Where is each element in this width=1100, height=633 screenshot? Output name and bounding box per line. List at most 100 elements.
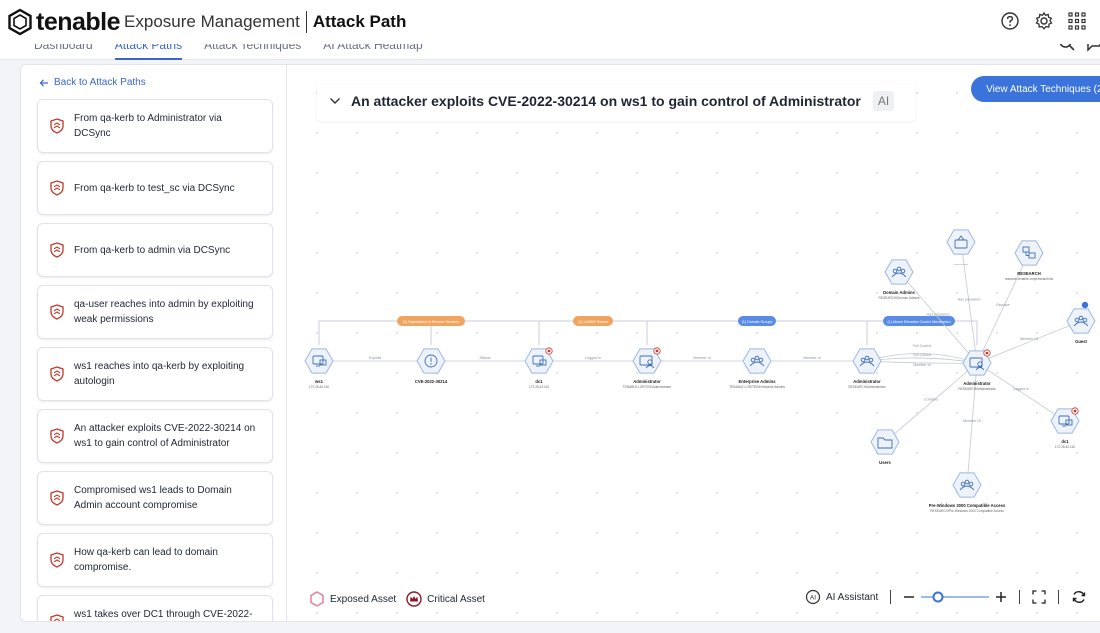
attack-path-list-item[interactable]: An attacker exploits CVE-2022-30214 on w… <box>37 409 273 463</box>
attack-path-list-item[interactable]: From qa-kerb to test_sc via DCSync <box>37 161 273 215</box>
back-to-attack-paths-link[interactable]: Back to Attack Paths <box>39 77 146 88</box>
node-subtitle: RESEARCH\Administrator <box>958 387 996 391</box>
brand[interactable]: tenable Exposure Management <box>6 8 300 37</box>
edge-label: Exploits <box>369 356 382 360</box>
node-name: Pre-Windows 2000 Compatible Access <box>929 503 1006 508</box>
node-name: ______ <box>953 260 969 265</box>
critical-asset-crown-icon <box>406 591 422 607</box>
edge-label: Contains <box>924 398 938 402</box>
edge-label: Logged in <box>585 356 601 360</box>
node-name: dc1 <box>1061 439 1069 444</box>
node-subtitle: 172.26.42.110 <box>1055 445 1075 449</box>
edge-label: Has password <box>958 298 981 302</box>
edge-label: Has password <box>927 313 950 317</box>
attack-path-list-item-label: ws1 reaches into qa-kerb by exploiting a… <box>74 361 245 387</box>
zoom-out-icon[interactable] <box>903 591 915 603</box>
attack-path-list-item[interactable]: How qa-kerb can lead to domain compromis… <box>37 533 273 587</box>
ai-assistant-label[interactable]: AI Assistant <box>826 592 878 603</box>
shield-icon <box>50 366 64 382</box>
graph-node-dc1[interactable]: dc1172.26.42.110 <box>524 347 554 389</box>
tactic-label: (1) Exploitation of Remote Services <box>403 320 460 324</box>
shield-icon <box>50 180 64 196</box>
shield-icon <box>50 118 64 134</box>
graph-node-admin1[interactable]: AdministratorTENABLE.LOR\TEK\Administrat… <box>623 347 673 389</box>
attack-path-list-item[interactable]: From qa-kerb to admin via DCSync <box>37 223 273 277</box>
edge-label: Full Control <box>913 344 932 348</box>
arrow-left-icon <box>39 78 48 87</box>
ai-assistant-icon[interactable]: AI <box>805 589 821 605</box>
edge-label: Member of <box>913 363 930 367</box>
node-name: Users <box>879 460 891 465</box>
graph-node-users[interactable]: Users <box>870 429 900 465</box>
back-link-label: Back to Attack Paths <box>54 77 146 88</box>
attack-path-card: Back to Attack Paths From qa-kerb to Adm… <box>20 64 1100 622</box>
shield-icon <box>50 490 64 506</box>
node-name: ws1 <box>314 379 324 384</box>
legend-exposed-asset: Exposed Asset <box>330 593 397 605</box>
control-divider <box>890 590 892 604</box>
help-icon[interactable] <box>1000 11 1020 31</box>
attack-path-list-item[interactable]: Compromised ws1 leads to Domain Admin ac… <box>37 471 273 525</box>
attack-path-list-item-label: From qa-kerb to test_sc via DCSync <box>74 182 235 194</box>
node-name: CVE-2022-30214 <box>415 379 448 384</box>
zoom-in-icon[interactable] <box>995 591 1007 603</box>
graph-node-cve[interactable]: CVE-2022-30214 <box>415 348 448 384</box>
node-name: Administrator <box>853 379 881 384</box>
settings-gear-icon[interactable] <box>1034 11 1054 31</box>
count-badge <box>1081 301 1089 309</box>
app-grid-icon[interactable] <box>1068 12 1086 30</box>
control-divider <box>1019 590 1021 604</box>
shield-icon <box>50 304 64 320</box>
attack-path-list-item[interactable]: From qa-kerb to Administrator via DCSync <box>37 99 273 153</box>
attack-path-list-item-label: Compromised ws1 leads to Domain Admin ac… <box>74 485 232 511</box>
attack-path-list-item[interactable]: qa-user reaches into admin by exploiting… <box>37 285 273 339</box>
graph-node-ent[interactable]: Enterprise AdminsTENABLE.LOR\TEK\Enterpr… <box>729 348 785 389</box>
edge-label: Replace <box>996 303 1009 307</box>
graph-edge <box>976 320 1082 364</box>
graph-node-ws1[interactable]: ws1172.26.42.110 <box>304 348 334 389</box>
node-subtitle: RESEARCH\Domain Admins <box>879 296 920 300</box>
attack-path-list-item[interactable]: ws1 reaches into qa-kerb by exploiting a… <box>37 347 273 401</box>
fullscreen-icon[interactable] <box>1032 590 1046 604</box>
edge-label: Full Control <box>913 353 932 357</box>
graph-node-pre2000[interactable]: Pre-Windows 2000 Compatible AccessRESEAR… <box>929 472 1006 513</box>
node-subtitle: research.tenable.corp/research/dc <box>1005 277 1054 281</box>
graph-node-admin3[interactable]: AdministratorRESEARCH\Administrator <box>958 349 997 391</box>
attack-path-list-item-label: qa-user reaches into admin by exploiting… <box>74 299 254 325</box>
shield-icon <box>50 552 64 568</box>
attack-path-list-panel: Back to Attack Paths From qa-kerb to Adm… <box>21 65 287 621</box>
node-name: Administrator <box>963 381 991 386</box>
graph-node-domadm[interactable]: Domain AdminsRESEARCH\Domain Admins <box>879 259 920 300</box>
shield-icon <box>50 614 64 621</box>
tenable-logo-icon <box>8 8 32 36</box>
legend-critical-asset: Critical Asset <box>427 593 485 605</box>
attack-path-list-item[interactable]: ws1 takes over DC1 through CVE-2022-3021… <box>37 595 273 621</box>
edge-label: Affects <box>480 356 491 360</box>
zoom-slider[interactable] <box>919 591 991 603</box>
node-name: Guest <box>1075 339 1087 344</box>
node-subtitle: 172.26.42.110 <box>529 385 549 389</box>
graph-edge <box>976 362 1066 422</box>
graph-node-guest[interactable]: Guest <box>1066 308 1096 344</box>
node-subtitle: TENABLE.LOR\TEK\Administrator <box>623 385 673 389</box>
graph-controls: AI AI Assistant <box>805 589 1087 605</box>
edge-label: Member of <box>693 356 710 360</box>
graph-node-admin2[interactable]: AdministratorRESEARCH\Administrator <box>848 348 887 389</box>
exposed-asset-swatch-icon <box>310 591 324 607</box>
node-name: Domain Admins <box>883 290 915 295</box>
attack-graph-canvas[interactable]: An attacker exploits CVE-2022-30214 on w… <box>287 65 1100 621</box>
top-header: tenable Exposure Management Attack Path <box>0 0 1100 44</box>
page-title: Attack Path <box>312 12 407 31</box>
node-name: Administrator <box>633 379 661 384</box>
svg-text:AI: AI <box>810 595 816 602</box>
graph-node-research[interactable]: RESEARCHresearch.tenable.corp/research/d… <box>1005 240 1054 281</box>
refresh-icon[interactable] <box>1071 589 1087 605</box>
brand-name: tenable <box>36 7 121 36</box>
graph-edge <box>884 362 978 443</box>
header-separator <box>305 11 307 33</box>
graph-node-top[interactable]: ______ <box>946 229 976 265</box>
edge-label: Member of <box>803 356 820 360</box>
graph-node-dc1b[interactable]: dc1172.26.42.110 <box>1050 407 1080 449</box>
attack-path-list-item-label: ws1 takes over DC1 through CVE-2022-3021… <box>74 609 253 620</box>
node-subtitle: RESEARCH\Pre-Windows 2000 Compatible Acc… <box>930 509 1004 513</box>
